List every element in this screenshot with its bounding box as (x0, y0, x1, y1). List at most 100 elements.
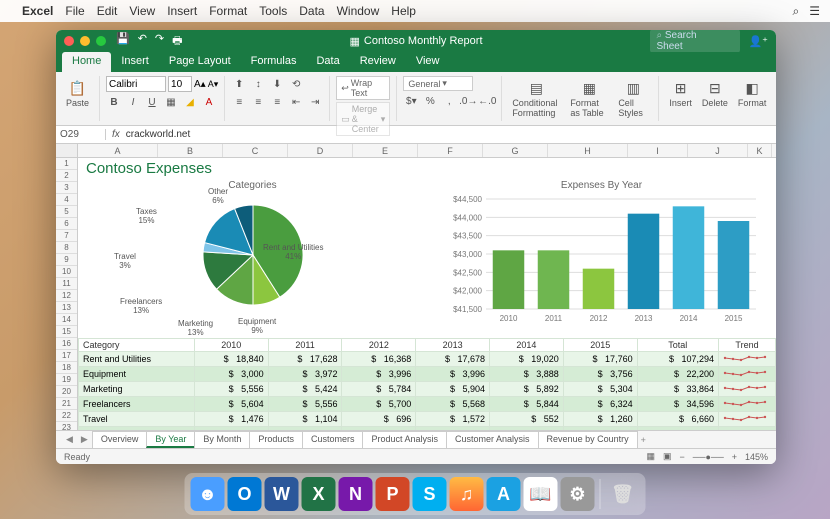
col-head-D[interactable]: D (288, 144, 353, 157)
row-head-7[interactable]: 7 (56, 230, 77, 242)
table-row[interactable]: Rent and Utilities$ 18,840$ 17,628$ 16,3… (79, 352, 776, 367)
tab-page-layout[interactable]: Page Layout (159, 52, 241, 72)
number-format-select[interactable]: General ▾ (403, 76, 473, 91)
row-head-22[interactable]: 22 (56, 410, 77, 422)
zoom-level[interactable]: 145% (745, 452, 768, 462)
tab-insert[interactable]: Insert (111, 52, 159, 72)
table-header[interactable]: Category (79, 339, 195, 352)
sheet-tab[interactable]: Revenue by Country (538, 431, 638, 448)
col-head-E[interactable]: E (353, 144, 418, 157)
col-head-J[interactable]: J (688, 144, 748, 157)
bar-chart[interactable]: Expenses By Year $41,500$42,000$42,500$4… (427, 158, 776, 338)
share-icon[interactable]: 👤⁺ (748, 35, 768, 48)
tab-home[interactable]: Home (62, 52, 111, 72)
font-color-button[interactable]: A (201, 94, 217, 110)
dock-itunes-icon[interactable]: ♫ (450, 477, 484, 511)
qat-undo-icon[interactable]: ↶ (138, 32, 147, 51)
table-row[interactable]: Travel$ 1,476$ 1,104$ 696$ 1,572$ 552$ 1… (79, 412, 776, 427)
underline-button[interactable]: U (144, 94, 160, 110)
zoom-in-icon[interactable]: + (732, 452, 737, 462)
table-header[interactable]: 2013 (416, 339, 490, 352)
decrease-font-icon[interactable]: A▾ (208, 79, 219, 90)
row-head-14[interactable]: 14 (56, 314, 77, 326)
col-head-H[interactable]: H (548, 144, 628, 157)
row-head-20[interactable]: 20 (56, 386, 77, 398)
menu-view[interactable]: View (129, 4, 155, 18)
table-row[interactable]: Freelancers$ 5,604$ 5,556$ 5,700$ 5,568$… (79, 397, 776, 412)
increase-font-icon[interactable]: A▴ (194, 79, 206, 90)
zoom-out-icon[interactable]: − (679, 452, 684, 462)
row-head-4[interactable]: 4 (56, 194, 77, 206)
pie-chart[interactable]: Categories Rent and Utilities41%Equipmen… (78, 158, 427, 338)
row-head-17[interactable]: 17 (56, 350, 77, 362)
row-head-8[interactable]: 8 (56, 242, 77, 254)
add-sheet-icon[interactable]: + (637, 435, 650, 445)
inc-decimal-icon[interactable]: .0→ (460, 93, 476, 109)
sheet-tab[interactable]: By Month (194, 431, 250, 448)
format-as-table-button[interactable]: ▦Format as Table (566, 76, 612, 121)
close-icon[interactable] (64, 36, 74, 46)
indent-inc-icon[interactable]: ⇥ (307, 94, 323, 110)
table-row[interactable]: Taxes$ 6,168$ 6,672$ 6,732$ 7,032$ 6,504… (79, 427, 776, 431)
currency-button[interactable]: $▾ (403, 93, 419, 109)
menu-extras-icon[interactable]: ☰ (809, 4, 820, 18)
menu-tools[interactable]: Tools (259, 4, 287, 18)
row-head-6[interactable]: 6 (56, 218, 77, 230)
table-header[interactable]: Trend (719, 339, 776, 352)
search-sheet-input[interactable]: ⌕ Search Sheet (650, 30, 740, 53)
view-normal-icon[interactable]: ▦ (646, 451, 655, 462)
orientation-icon[interactable]: ⟲ (288, 76, 304, 92)
table-header[interactable]: 2015 (563, 339, 637, 352)
menu-window[interactable]: Window (337, 4, 380, 18)
row-head-18[interactable]: 18 (56, 362, 77, 374)
col-head-A[interactable]: A (78, 144, 158, 157)
row-head-13[interactable]: 13 (56, 302, 77, 314)
menu-format[interactable]: Format (209, 4, 247, 18)
paste-button[interactable]: 📋Paste (62, 76, 93, 110)
indent-dec-icon[interactable]: ⇤ (288, 94, 304, 110)
align-right-icon[interactable]: ≡ (269, 94, 285, 110)
dock-finder-icon[interactable]: ☻ (191, 477, 225, 511)
menu-edit[interactable]: Edit (97, 4, 118, 18)
col-head-C[interactable]: C (223, 144, 288, 157)
row-head-21[interactable]: 21 (56, 398, 77, 410)
table-row[interactable]: Marketing$ 5,556$ 5,424$ 5,784$ 5,904$ 5… (79, 382, 776, 397)
menu-insert[interactable]: Insert (167, 4, 197, 18)
dock-skype-icon[interactable]: S (413, 477, 447, 511)
dock-word-icon[interactable]: W (265, 477, 299, 511)
data-table[interactable]: Category201020112012201320142015TotalTre… (78, 338, 776, 430)
dock-appstore-icon[interactable]: A (487, 477, 521, 511)
row-head-19[interactable]: 19 (56, 374, 77, 386)
col-head-B[interactable]: B (158, 144, 223, 157)
col-head-I[interactable]: I (628, 144, 688, 157)
conditional-formatting-button[interactable]: ▤Conditional Formatting (508, 76, 564, 121)
border-button[interactable]: ▦ (163, 94, 179, 110)
row-head-5[interactable]: 5 (56, 206, 77, 218)
sheet-tab[interactable]: Customer Analysis (446, 431, 539, 448)
fx-icon[interactable]: fx (112, 129, 120, 140)
bold-button[interactable]: B (106, 94, 122, 110)
qat-save-icon[interactable]: 💾 (116, 32, 130, 51)
dock-settings-icon[interactable]: ⚙ (561, 477, 595, 511)
align-center-icon[interactable]: ≡ (250, 94, 266, 110)
delete-cells-button[interactable]: ⊟Delete (698, 76, 732, 121)
col-head-F[interactable]: F (418, 144, 483, 157)
table-header[interactable]: 2014 (490, 339, 564, 352)
row-head-1[interactable]: 1 (56, 158, 77, 170)
align-middle-icon[interactable]: ↕ (250, 76, 266, 92)
insert-cells-button[interactable]: ⊞Insert (665, 76, 696, 121)
sheet-nav-next-icon[interactable]: ▶ (77, 434, 92, 445)
row-head-23[interactable]: 23 (56, 422, 77, 430)
menu-file[interactable]: File (65, 4, 84, 18)
cell-styles-button[interactable]: ▥Cell Styles (614, 76, 652, 121)
font-name-select[interactable] (106, 76, 166, 92)
maximize-icon[interactable] (96, 36, 106, 46)
dock-powerpoint-icon[interactable]: P (376, 477, 410, 511)
wrap-text-button[interactable]: ↩ Wrap Text (336, 76, 390, 100)
menu-help[interactable]: Help (391, 4, 416, 18)
dock-outlook-icon[interactable]: O (228, 477, 262, 511)
table-header[interactable]: 2010 (194, 339, 268, 352)
tab-view[interactable]: View (406, 52, 450, 72)
font-size-select[interactable] (168, 76, 192, 92)
tab-review[interactable]: Review (350, 52, 406, 72)
